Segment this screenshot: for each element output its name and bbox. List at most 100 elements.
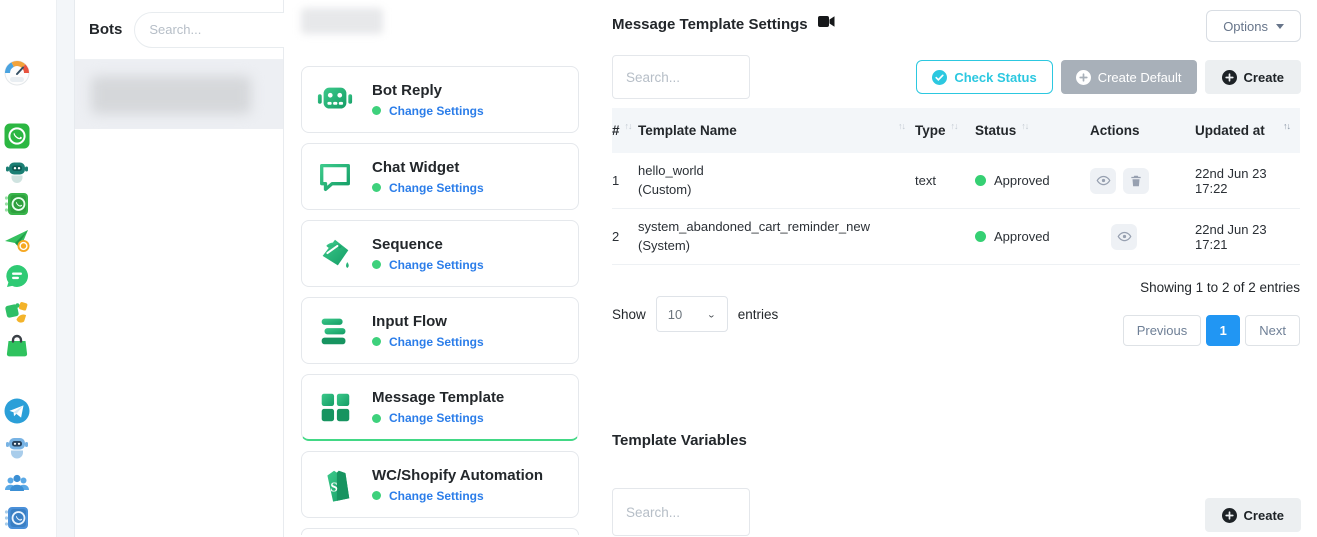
- next-page-button[interactable]: Next: [1245, 315, 1300, 346]
- whatsapp-icon[interactable]: [4, 123, 30, 149]
- telegram-icon[interactable]: [4, 398, 30, 424]
- page-1-button[interactable]: 1: [1206, 315, 1240, 346]
- template-origin: (Custom): [638, 181, 915, 200]
- status-badge: Approved: [994, 229, 1050, 244]
- chevron-down-icon: [1276, 24, 1284, 29]
- grid-icon: [316, 388, 354, 426]
- view-button[interactable]: [1090, 168, 1116, 194]
- change-settings-link[interactable]: Change Settings: [389, 258, 484, 272]
- sort-icon: ↑↓: [898, 121, 905, 131]
- template-name-cell: system_abandoned_cart_reminder_new (Syst…: [638, 218, 915, 256]
- paint-bucket-icon: [316, 235, 354, 273]
- create-default-button[interactable]: Create Default: [1061, 60, 1197, 94]
- speech-bubble-icon: [316, 158, 354, 196]
- delete-button[interactable]: [1123, 168, 1149, 194]
- options-label: Options: [1223, 19, 1268, 34]
- variables-search-input[interactable]: [612, 488, 750, 536]
- template-type: text: [915, 173, 975, 188]
- page-size-value: 10: [668, 307, 682, 322]
- variables-create-button[interactable]: Create: [1205, 498, 1301, 532]
- templates-table: #↑↓ Template Name↑↓ Type↑↓ Status↑↓ Acti…: [612, 108, 1300, 265]
- status-dot: [372, 337, 381, 346]
- settings-card-input-flow[interactable]: Input Flow Change Settings: [301, 297, 579, 364]
- sort-icon: ↑↓: [951, 121, 958, 131]
- bot-list-item-selected[interactable]: [75, 60, 283, 129]
- card-title: Bot Reply: [372, 82, 484, 99]
- template-name: hello_world: [638, 162, 915, 181]
- status-dot: [372, 414, 381, 423]
- plus-circle-icon: [1222, 508, 1237, 523]
- approved-dot: [975, 231, 986, 242]
- bars-icon: [316, 312, 354, 350]
- settings-card-message-template[interactable]: Message Template Change Settings: [301, 374, 579, 441]
- template-name: system_abandoned_cart_reminder_new: [638, 218, 915, 237]
- settings-card-sequence[interactable]: Sequence Change Settings: [301, 220, 579, 287]
- shopify-bag-icon: S: [316, 466, 354, 504]
- pagination: Previous 1 Next: [1123, 315, 1300, 346]
- header-type[interactable]: Type↑↓: [915, 123, 975, 138]
- settings-card-wc-shopify[interactable]: S WC/Shopify Automation Change Settings: [301, 451, 579, 518]
- check-status-button[interactable]: Check Status: [916, 60, 1052, 94]
- status-dot: [372, 183, 381, 192]
- card-title: WC/Shopify Automation: [372, 467, 543, 484]
- video-camera-icon[interactable]: [818, 15, 835, 33]
- change-settings-link[interactable]: Change Settings: [389, 411, 484, 425]
- svg-text:S: S: [330, 479, 337, 494]
- card-title: Input Flow: [372, 313, 484, 330]
- status-dot: [372, 491, 381, 500]
- redacted-bot-name: [91, 76, 251, 114]
- card-title: Chat Widget: [372, 159, 484, 176]
- phonebook-blue-icon[interactable]: [4, 505, 30, 531]
- robot-green-icon[interactable]: [4, 157, 30, 183]
- robot-icon: [316, 81, 354, 119]
- team-icon[interactable]: [4, 470, 30, 496]
- change-settings-link[interactable]: Change Settings: [389, 489, 484, 503]
- approved-dot: [975, 175, 986, 186]
- card-title: Message Template: [372, 389, 504, 406]
- create-label: Create: [1244, 70, 1284, 85]
- table-row: 2 system_abandoned_cart_reminder_new (Sy…: [612, 209, 1300, 265]
- page-size-select[interactable]: 10 ⌄: [656, 296, 728, 332]
- chevron-down-icon: ⌄: [707, 309, 716, 319]
- header-template-name[interactable]: Template Name↑↓: [638, 123, 915, 138]
- settings-card-bot-reply[interactable]: Bot Reply Change Settings: [301, 66, 579, 133]
- header-status[interactable]: Status↑↓: [975, 123, 1090, 138]
- previous-page-button[interactable]: Previous: [1123, 315, 1202, 346]
- actions-cell: [1090, 224, 1195, 250]
- status-dot: [372, 106, 381, 115]
- template-search-input[interactable]: [612, 55, 750, 99]
- plus-circle-icon: [1222, 70, 1237, 85]
- options-button[interactable]: Options: [1206, 10, 1301, 42]
- settings-card-chat-widget[interactable]: Chat Widget Change Settings: [301, 143, 579, 210]
- speedometer-icon[interactable]: [4, 60, 30, 86]
- create-button[interactable]: Create: [1205, 60, 1301, 94]
- paper-plane-icon[interactable]: [4, 227, 30, 253]
- integration-puzzle-icon[interactable]: [4, 298, 30, 324]
- view-button[interactable]: [1111, 224, 1137, 250]
- chat-bubble-icon[interactable]: [4, 263, 30, 289]
- show-label: Show: [612, 307, 646, 322]
- rail-gap-strip: [57, 0, 75, 537]
- template-variables-title: Template Variables: [612, 432, 1301, 449]
- app-window: Bots Bot Reply Change Settings Chat W: [0, 0, 1317, 537]
- entries-label: entries: [738, 307, 779, 322]
- robot-blue-icon[interactable]: [4, 433, 30, 459]
- status-dot: [372, 260, 381, 269]
- change-settings-link[interactable]: Change Settings: [389, 104, 484, 118]
- phonebook-green-icon[interactable]: [4, 191, 30, 217]
- header-updated-at[interactable]: Updated at↑↓: [1195, 123, 1300, 138]
- settings-nav-panel: Bot Reply Change Settings Chat Widget Ch…: [284, 0, 595, 537]
- change-settings-link[interactable]: Change Settings: [389, 181, 484, 195]
- shopping-bag-icon[interactable]: [4, 332, 30, 358]
- template-name-cell: hello_world (Custom): [638, 162, 915, 200]
- card-title: Sequence: [372, 236, 484, 253]
- header-num[interactable]: #↑↓: [612, 123, 638, 138]
- eye-icon: [1096, 173, 1111, 188]
- eye-icon: [1117, 229, 1132, 244]
- status-cell: Approved: [975, 229, 1090, 244]
- bots-panel-title: Bots: [89, 21, 122, 38]
- header-actions: Actions: [1090, 123, 1195, 138]
- redacted-panel-title: [301, 8, 383, 34]
- change-settings-link[interactable]: Change Settings: [389, 335, 484, 349]
- variables-create-label: Create: [1244, 508, 1284, 523]
